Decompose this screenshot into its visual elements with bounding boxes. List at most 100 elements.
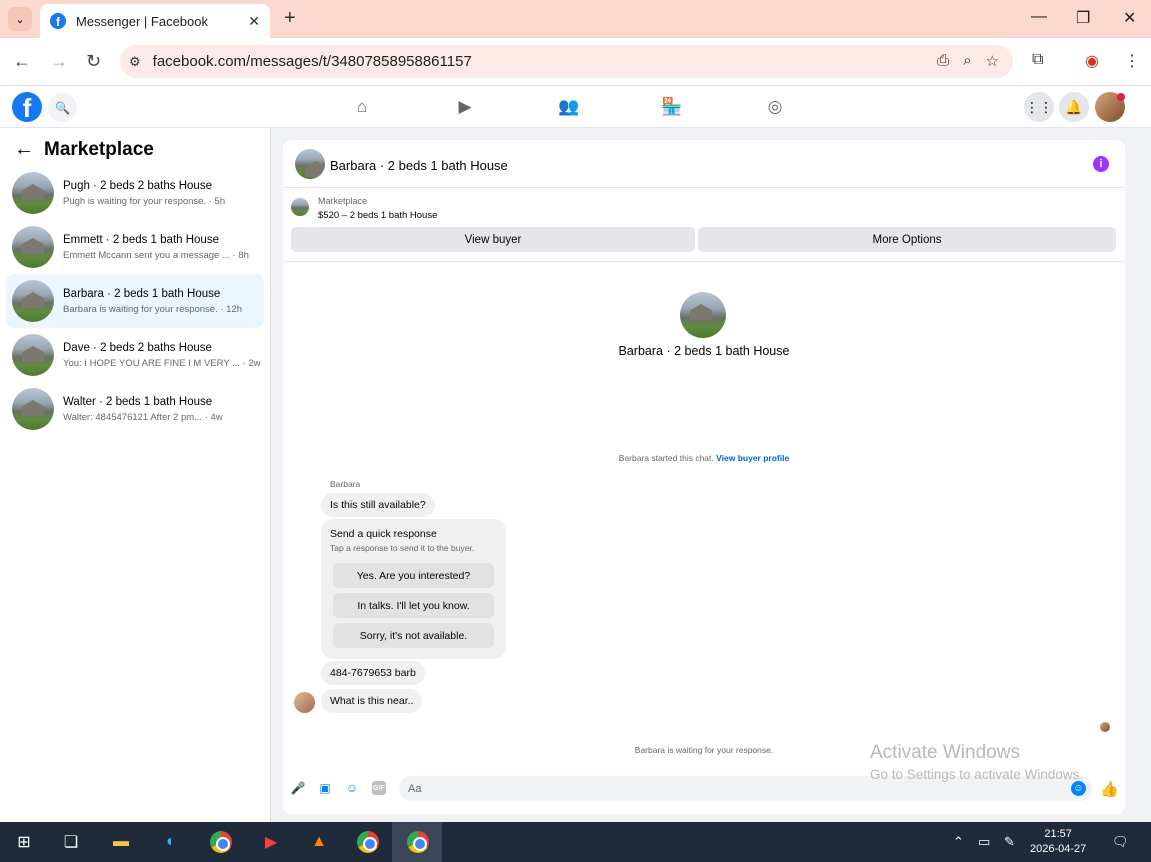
home-icon[interactable]: ⌂ bbox=[351, 96, 373, 118]
conversation-snippet: You: I HOPE YOU ARE FINE I M VERY ... · … bbox=[63, 357, 261, 369]
message-bubble: What is this near.. bbox=[321, 689, 423, 713]
conversation-name: Walter · 2 beds 1 bath House bbox=[63, 395, 213, 408]
more-options-button[interactable]: More Options bbox=[698, 227, 1116, 252]
chrome-icon[interactable] bbox=[208, 830, 234, 854]
friends-icon[interactable]: 👥 bbox=[558, 96, 580, 118]
chat-header: Barbara · 2 beds 1 bath House i bbox=[283, 140, 1125, 188]
quick-response-subtitle: Tap a response to send it to the buyer. bbox=[330, 543, 475, 553]
restore-button[interactable]: ❐ bbox=[1076, 8, 1090, 28]
forward-icon[interactable]: → bbox=[50, 51, 68, 71]
pen-icon[interactable]: ✎ bbox=[1004, 834, 1015, 850]
tab-close-icon[interactable]: ✕ bbox=[248, 13, 260, 30]
listing-label: Marketplace bbox=[318, 196, 368, 206]
sticker-icon[interactable]: ☺ bbox=[345, 781, 359, 795]
emoji-icon[interactable]: ☺ bbox=[1071, 781, 1086, 796]
windows-start-icon[interactable]: ⊞ bbox=[11, 830, 37, 854]
conversation-snippet: Barbara is waiting for your response. · … bbox=[63, 303, 243, 315]
marketplace-title: Marketplace bbox=[44, 138, 154, 160]
quick-response-not-available-button[interactable]: Sorry, it's not available. bbox=[333, 623, 494, 648]
watermark-line-1: Activate Windows bbox=[870, 742, 1020, 763]
chat-panel: Barbara · 2 beds 1 bath House i Marketpl… bbox=[283, 140, 1125, 814]
chat-title[interactable]: Barbara · 2 beds 1 bath House bbox=[330, 158, 508, 173]
thumbs-up-icon[interactable]: 👍 bbox=[1100, 780, 1119, 798]
conversation-item-dave[interactable]: Dave · 2 beds 2 baths House You: I HOPE … bbox=[6, 328, 264, 382]
tab-search-dropdown-icon[interactable]: ⌄ bbox=[8, 7, 32, 31]
bell-icon[interactable]: 🔔 bbox=[1059, 92, 1089, 122]
listing-title[interactable]: $520 – 2 beds 1 bath House bbox=[318, 210, 437, 221]
network-icon[interactable]: ▭ bbox=[978, 834, 990, 850]
vlc-icon[interactable]: ▲ bbox=[306, 830, 332, 854]
chat-started-notice: Barbara started this chat. View buyer pr… bbox=[283, 453, 1125, 463]
gif-icon[interactable]: GIF bbox=[372, 781, 386, 795]
address-bar[interactable]: ⚙ facebook.com/messages/t/34807858958861… bbox=[120, 45, 1013, 78]
conversation-title: Barbara · 2 beds 1 bath House bbox=[618, 344, 790, 358]
quick-response-yes-button[interactable]: Yes. Are you interested? bbox=[333, 563, 494, 588]
new-tab-button[interactable]: + bbox=[284, 8, 296, 28]
browser-toolbar: ← → ↻ ⚙ facebook.com/messages/t/34807858… bbox=[0, 38, 1151, 86]
listing-thumbnail bbox=[291, 198, 309, 216]
message-bubble: Is this still available? bbox=[321, 493, 435, 517]
sender-name: Barbara bbox=[330, 479, 361, 489]
groups-icon[interactable]: ◎ bbox=[764, 96, 786, 118]
marketplace-sidebar: ← Marketplace Pugh · 2 beds 2 baths Hous… bbox=[0, 128, 271, 822]
info-icon[interactable]: i bbox=[1093, 156, 1109, 172]
site-info-icon[interactable]: ⚙ bbox=[129, 54, 141, 70]
windows-taskbar: ⊞ ❏ ▬ ◐ ▶ ▲ ⌃ ▭ ✎ 21:57 2026-04-27 🗨 bbox=[0, 822, 1151, 862]
media-app-icon[interactable]: ▶ bbox=[258, 830, 284, 854]
chat-header-thumbnail[interactable] bbox=[295, 149, 325, 179]
back-icon[interactable]: ← bbox=[13, 51, 31, 71]
watch-icon[interactable]: ▶ bbox=[454, 96, 476, 118]
conversation-name: Barbara · 2 beds 1 bath House bbox=[63, 287, 221, 300]
browser-menu-icon[interactable]: ⋮ bbox=[1124, 51, 1140, 71]
taskbar-clock[interactable]: 21:57 2026-04-27 bbox=[1030, 827, 1086, 857]
extensions-icon[interactable]: ⧉ bbox=[1032, 51, 1043, 69]
conversation-name: Emmett · 2 beds 1 bath House bbox=[63, 233, 219, 246]
watermark-line-2: Go to Settings to activate Windows. bbox=[870, 767, 1084, 782]
quick-response-in-talks-button[interactable]: In talks. I'll let you know. bbox=[333, 593, 494, 618]
install-app-icon[interactable]: ⎙ bbox=[937, 52, 949, 70]
tray-chevron-icon[interactable]: ⌃ bbox=[953, 834, 964, 850]
conversation-item-walter[interactable]: Walter · 2 beds 1 bath House Walter: 484… bbox=[6, 382, 264, 436]
view-buyer-button[interactable]: View buyer bbox=[291, 227, 695, 252]
facebook-favicon-icon: f bbox=[50, 13, 66, 29]
conversation-name: Pugh · 2 beds 2 baths House bbox=[63, 179, 212, 192]
marketplace-icon[interactable]: 🏪 bbox=[661, 96, 683, 118]
bookmark-star-icon[interactable]: ☆ bbox=[986, 52, 999, 70]
minimize-button[interactable]: — bbox=[1031, 8, 1047, 26]
notifications-icon[interactable]: 🗨 bbox=[1112, 834, 1129, 850]
back-arrow-icon[interactable]: ← bbox=[14, 138, 34, 161]
task-view-icon[interactable]: ❏ bbox=[58, 830, 84, 854]
microphone-icon[interactable]: 🎤 bbox=[291, 781, 306, 795]
conversation-snippet: Pugh is waiting for your response. · 5h bbox=[63, 195, 226, 207]
conversation-item-emmett[interactable]: Emmett · 2 beds 1 bath House Emmett Mcca… bbox=[6, 220, 264, 274]
photo-icon[interactable]: ▣ bbox=[318, 781, 332, 795]
reload-icon[interactable]: ↻ bbox=[86, 51, 101, 71]
browser-tab-messenger[interactable]: f Messenger | Facebook ✕ bbox=[40, 4, 270, 38]
close-window-button[interactable]: ✕ bbox=[1123, 8, 1136, 28]
file-explorer-icon[interactable]: ▬ bbox=[108, 830, 134, 854]
chrome-profile-icon[interactable] bbox=[355, 830, 381, 854]
conversation-item-pugh[interactable]: Pugh · 2 beds 2 baths House Pugh is wait… bbox=[6, 166, 264, 220]
sender-avatar[interactable] bbox=[294, 692, 315, 713]
search-icon[interactable]: 🔍 bbox=[48, 93, 77, 122]
profile-icon[interactable]: ◉ bbox=[1085, 51, 1099, 71]
seen-indicator-avatar bbox=[1100, 722, 1110, 732]
facebook-logo-icon[interactable]: f bbox=[12, 92, 42, 122]
chrome-active-icon[interactable] bbox=[405, 830, 431, 854]
house-thumbnail bbox=[12, 226, 54, 268]
marketplace-header: ← Marketplace bbox=[14, 138, 154, 161]
house-thumbnail bbox=[12, 388, 54, 430]
browser-tab-strip: ⌄ f Messenger | Facebook ✕ + — ❐ ✕ bbox=[0, 0, 1151, 38]
divider bbox=[283, 261, 1125, 262]
edge-icon[interactable]: ◐ bbox=[158, 830, 184, 854]
conversation-item-barbara[interactable]: Barbara · 2 beds 1 bath House Barbara is… bbox=[6, 274, 264, 328]
quick-response-title: Send a quick response bbox=[330, 528, 437, 540]
clock-date: 2026-04-27 bbox=[1030, 843, 1087, 855]
house-thumbnail bbox=[12, 172, 54, 214]
facebook-header: f 🔍 ⌂ ▶ 👥 🏪 ◎ ⋮⋮ 🔔 bbox=[0, 86, 1151, 128]
menu-grid-icon[interactable]: ⋮⋮ bbox=[1024, 92, 1054, 122]
chat-started-text: Barbara started this chat. bbox=[618, 453, 714, 463]
view-buyer-profile-link[interactable]: View buyer profile bbox=[716, 453, 789, 463]
zoom-icon[interactable]: ⌕ bbox=[963, 52, 971, 70]
url-text[interactable]: facebook.com/messages/t/3480785895886115… bbox=[153, 53, 472, 70]
